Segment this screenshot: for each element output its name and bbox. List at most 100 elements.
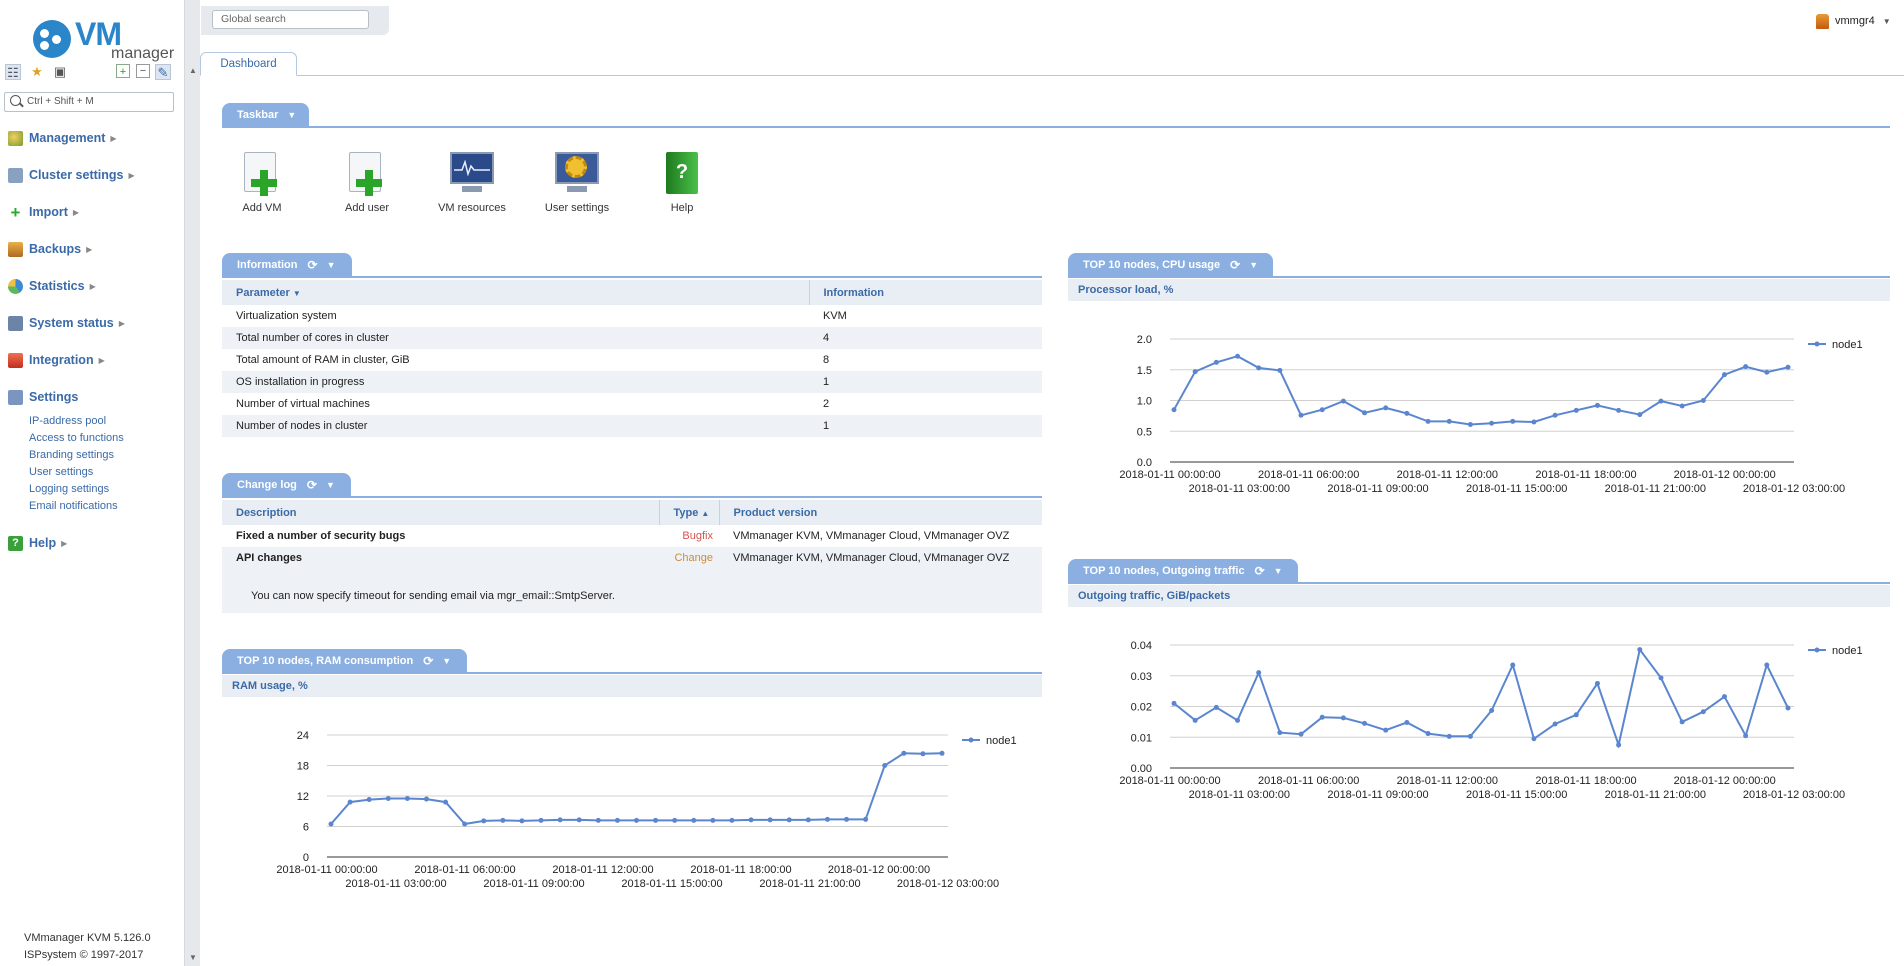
panel-title: TOP 10 nodes, Outgoing traffic	[1083, 565, 1245, 577]
cpu-panel-header[interactable]: TOP 10 nodes, CPU usage ⟳ ▼	[1068, 253, 1273, 277]
series-line-node1	[1173, 647, 1789, 749]
refresh-icon[interactable]: ⟳	[1230, 253, 1240, 277]
table-row[interactable]: Virtualization system KVM	[222, 305, 1042, 327]
scroll-up-icon[interactable]: ▲	[189, 66, 197, 75]
refresh-icon[interactable]: ⟳	[307, 473, 317, 497]
taskbar-label: Help	[670, 202, 694, 214]
taskbar-user-settings[interactable]: User settings	[537, 150, 617, 214]
refresh-icon[interactable]: ⟳	[423, 649, 433, 673]
chevron-down-icon[interactable]: ▼	[327, 253, 336, 277]
data-point	[1383, 405, 1389, 411]
submenu-email-notifications[interactable]: Email notifications	[29, 500, 118, 512]
column-header-information[interactable]: Information	[809, 280, 1042, 305]
scroll-down-icon[interactable]: ▼	[189, 953, 197, 962]
pin-icon[interactable]: ✎	[155, 64, 171, 80]
menu-system-status[interactable]: System status ▶	[8, 313, 125, 333]
quick-search-input[interactable]: Ctrl + Shift + M	[4, 92, 174, 112]
menu-label: Cluster settings	[29, 168, 124, 182]
x-tick-label: 2018-01-11 09:00:00	[1327, 789, 1428, 801]
help-book-icon: ?	[658, 150, 706, 198]
column-header-description[interactable]: Description	[222, 500, 660, 525]
x-tick-label: 2018-01-11 03:00:00	[1189, 789, 1290, 801]
refresh-icon[interactable]: ⟳	[1255, 559, 1265, 583]
menu-management[interactable]: Management ▶	[8, 128, 117, 148]
ram-panel-header[interactable]: TOP 10 nodes, RAM consumption ⟳ ▼	[222, 649, 467, 673]
column-header-parameter[interactable]: Parameter ▼	[222, 280, 810, 305]
data-point	[1637, 647, 1643, 653]
ram-chart: 0 6 12 18 24 2018-01-11 00:00:00 2018-01-11 06…	[276, 730, 1016, 890]
data-point	[385, 796, 391, 802]
submenu-branding-settings[interactable]: Branding settings	[29, 449, 114, 461]
data-point	[901, 750, 907, 756]
sidebar-scrollbar[interactable]: ▲ ▼	[184, 0, 200, 966]
menu-label: Import	[29, 205, 68, 219]
menu-backups[interactable]: Backups ▶	[8, 239, 92, 259]
submenu-logging-settings[interactable]: Logging settings	[29, 483, 109, 495]
favorites-star-icon[interactable]: ★	[29, 64, 45, 80]
x-tick-label: 2018-01-11 09:00:00	[483, 878, 584, 890]
app-logo[interactable]: VM manager	[33, 16, 174, 62]
tab-dashboard[interactable]: Dashboard	[200, 52, 297, 76]
chevron-down-icon[interactable]: ▼	[326, 473, 335, 497]
collapse-all-icon[interactable]: −	[136, 64, 150, 78]
data-point	[1700, 709, 1706, 715]
panel-divider	[222, 126, 1890, 128]
y-tick-label: 0.0	[1137, 457, 1152, 469]
taskbar-panel-header[interactable]: Taskbar ▼	[222, 103, 309, 127]
menu-cluster-settings[interactable]: Cluster settings ▶	[8, 165, 135, 185]
user-menu[interactable]: vmmgr4 ▼	[1816, 13, 1891, 29]
data-point	[1785, 705, 1791, 711]
vm-resources-icon	[448, 150, 496, 198]
cell-parameter: Virtualization system	[236, 310, 337, 322]
x-tick-label: 2018-01-11 21:00:00	[1605, 483, 1706, 495]
data-point	[939, 750, 945, 756]
taskbar-help[interactable]: ? Help	[642, 150, 722, 214]
taskbar-add-vm[interactable]: Add VM	[222, 150, 302, 214]
table-row[interactable]: OS installation in progress 1	[222, 371, 1042, 393]
logo-icon	[33, 20, 71, 58]
refresh-icon[interactable]: ⟳	[308, 253, 318, 277]
tree-view-icon[interactable]: ☷	[5, 64, 21, 80]
legend-marker	[968, 737, 974, 743]
submenu-user-settings[interactable]: User settings	[29, 466, 93, 478]
table-row[interactable]: Total amount of RAM in cluster, GiB 8	[222, 349, 1042, 371]
x-tick-label: 2018-01-11 09:00:00	[1327, 483, 1428, 495]
cell-parameter: Total number of cores in cluster	[222, 327, 809, 349]
data-point	[404, 796, 410, 802]
table-row[interactable]: Number of nodes in cluster 1	[222, 415, 1042, 437]
chevron-right-icon: ▶	[110, 133, 117, 143]
data-point	[462, 821, 468, 827]
column-header-product-version[interactable]: Product version	[719, 500, 1042, 525]
data-point	[767, 817, 773, 823]
submenu-access-to-functions[interactable]: Access to functions	[29, 432, 124, 444]
information-panel-header[interactable]: Information ⟳ ▼	[222, 253, 352, 277]
table-row[interactable]: Fixed a number of security bugs Bugfix V…	[222, 525, 1042, 547]
table-row[interactable]: Total number of cores in cluster 4	[222, 327, 1042, 349]
menu-settings[interactable]: Settings	[8, 387, 78, 407]
global-search-input[interactable]: Global search	[212, 10, 369, 29]
menu-statistics[interactable]: Statistics ▶	[8, 276, 96, 296]
chevron-down-icon[interactable]: ▼	[287, 103, 296, 127]
help-icon: ?	[8, 535, 23, 551]
chevron-down-icon[interactable]: ▼	[1274, 559, 1283, 583]
data-point	[1298, 412, 1304, 418]
add-vm-icon	[238, 150, 286, 198]
menu-import[interactable]: + Import ▶	[8, 202, 80, 222]
briefcase-icon[interactable]: ▣	[52, 64, 68, 80]
chevron-down-icon[interactable]: ▼	[442, 649, 451, 673]
data-point	[1764, 662, 1770, 668]
menu-help[interactable]: ? Help ▶	[8, 533, 67, 553]
menu-integration[interactable]: Integration ▶	[8, 350, 105, 370]
traffic-panel-header[interactable]: TOP 10 nodes, Outgoing traffic ⟳ ▼	[1068, 559, 1298, 583]
submenu-ip-address-pool[interactable]: IP-address pool	[29, 415, 106, 427]
table-row[interactable]: Number of virtual machines 2	[222, 393, 1042, 415]
y-tick-label: 0	[303, 852, 309, 864]
table-row[interactable]: API changes Change VMmanager KVM, VMmana…	[222, 547, 1042, 569]
expand-all-icon[interactable]: +	[116, 64, 130, 78]
chevron-down-icon[interactable]: ▼	[1249, 253, 1258, 277]
changelog-panel-header[interactable]: Change log ⟳ ▼	[222, 473, 351, 497]
logo-subtext: manager	[111, 45, 175, 62]
taskbar-vm-resources[interactable]: VM resources	[432, 150, 512, 214]
taskbar-add-user[interactable]: Add user	[327, 150, 407, 214]
column-header-type[interactable]: Type ▲	[659, 500, 720, 525]
